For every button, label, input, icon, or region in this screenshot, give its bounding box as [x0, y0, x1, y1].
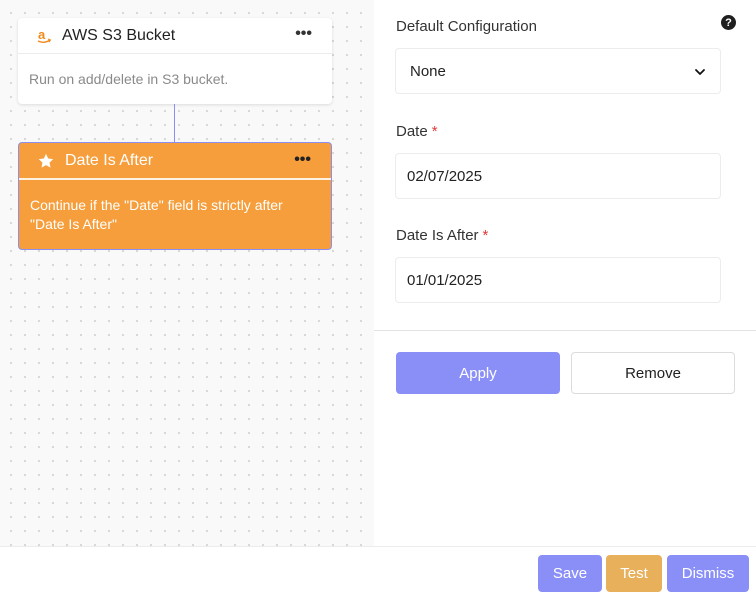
- default-config-select-value: None: [410, 62, 446, 80]
- date-is-after-label: Date Is After *: [396, 227, 488, 244]
- node-config-panel: Default Configuration ? None Date* Date …: [374, 0, 756, 546]
- date-is-after-required-mark: *: [482, 227, 489, 244]
- node-connector-line: [174, 104, 175, 142]
- date-label: Date *: [396, 123, 438, 140]
- remove-button[interactable]: Remove: [571, 352, 735, 394]
- trigger-node-description: Run on add/delete in S3 bucket.: [29, 71, 229, 87]
- footer-bar: Save Test Dismiss: [0, 546, 756, 596]
- workflow-canvas[interactable]: a AWS S3 Bucket ••• Run on add/delete in…: [0, 0, 374, 546]
- action-node-title: Date Is After: [65, 151, 154, 169]
- default-config-select[interactable]: None: [395, 48, 721, 94]
- action-node-menu-button[interactable]: •••: [294, 152, 311, 168]
- test-button[interactable]: Test: [606, 555, 662, 592]
- apply-button[interactable]: Apply: [396, 352, 560, 394]
- save-button[interactable]: Save: [538, 555, 602, 592]
- amazon-icon: a: [36, 28, 52, 44]
- star-icon: [37, 152, 55, 170]
- date-is-after-input[interactable]: [395, 257, 721, 303]
- trigger-node-header: a AWS S3 Bucket •••: [18, 18, 332, 54]
- date-label-text: Date: [396, 123, 428, 140]
- panel-divider: [374, 330, 756, 331]
- action-node-header: Date Is After •••: [19, 143, 331, 180]
- trigger-node-title: AWS S3 Bucket: [62, 26, 176, 44]
- default-config-label: Default Configuration: [396, 18, 537, 35]
- trigger-node-menu-button[interactable]: •••: [295, 26, 312, 42]
- date-input[interactable]: [395, 153, 721, 199]
- help-icon[interactable]: ?: [721, 15, 736, 30]
- action-node-date-is-after[interactable]: Date Is After ••• Continue if the "Date"…: [18, 142, 332, 250]
- dismiss-button[interactable]: Dismiss: [667, 555, 749, 592]
- svg-text:a: a: [38, 28, 46, 42]
- date-required-mark: *: [431, 123, 438, 140]
- chevron-down-icon: [694, 65, 706, 77]
- date-is-after-label-text: Date Is After: [396, 227, 479, 244]
- action-node-description: Continue if the "Date" field is strictly…: [30, 197, 283, 232]
- trigger-node-aws-s3[interactable]: a AWS S3 Bucket ••• Run on add/delete in…: [18, 18, 332, 104]
